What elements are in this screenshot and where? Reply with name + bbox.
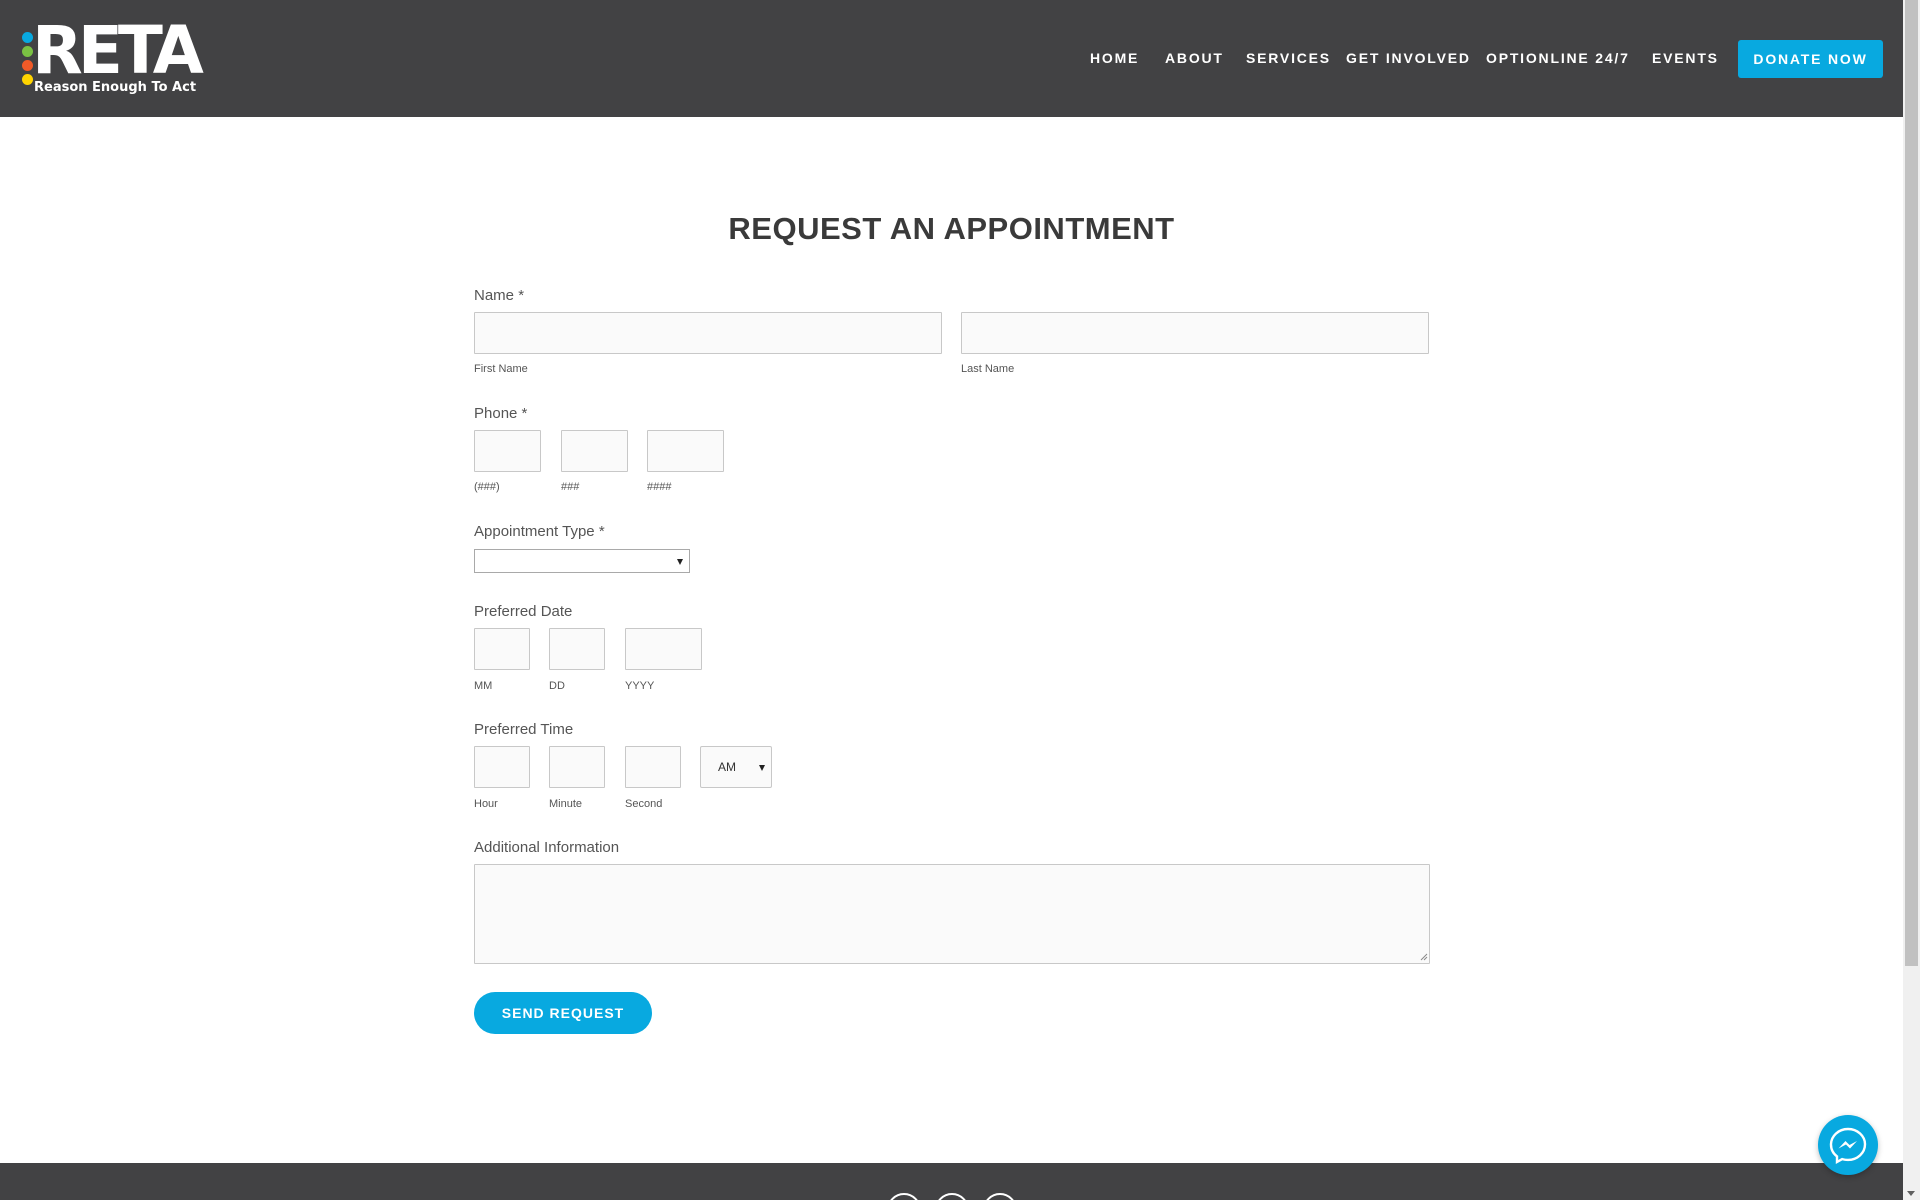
messenger-icon	[1829, 1127, 1867, 1165]
scrollbar-thumb[interactable]	[1905, 0, 1918, 966]
ampm-value: AM	[718, 760, 736, 774]
phone-line-sublabel: ####	[647, 481, 672, 493]
date-day-sublabel: DD	[549, 680, 565, 692]
resize-handle-icon[interactable]	[1420, 953, 1428, 961]
chevron-down-icon	[677, 559, 683, 565]
page-title: REQUEST AN APPOINTMENT	[728, 211, 1175, 246]
footer-social-icon[interactable]	[887, 1193, 921, 1200]
required-marker: *	[598, 523, 605, 540]
name-label: Name *	[474, 287, 525, 304]
time-ampm-select[interactable]: AM	[700, 746, 772, 788]
time-minute-sublabel: Minute	[549, 798, 583, 810]
send-request-button[interactable]: SEND REQUEST	[474, 992, 652, 1034]
site-header: RETA Reason Enough To Act HOME ABOUT SER…	[0, 0, 1903, 117]
phone-line-input[interactable]	[647, 430, 724, 472]
scroll-down-arrow-icon[interactable]	[1907, 1191, 1915, 1196]
nav-services[interactable]: SERVICES	[1246, 50, 1331, 66]
site-footer	[0, 1163, 1903, 1200]
phone-area-input[interactable]	[474, 430, 541, 472]
footer-social-icon[interactable]	[983, 1193, 1017, 1200]
required-marker: *	[521, 405, 528, 422]
reta-logo[interactable]: RETA Reason Enough To Act	[20, 18, 204, 98]
chevron-down-icon	[759, 765, 765, 771]
messenger-chat-button[interactable]	[1818, 1115, 1878, 1175]
time-second-input[interactable]	[625, 746, 681, 788]
phone-area-sublabel: (###)	[474, 481, 500, 493]
required-marker: *	[518, 287, 525, 304]
preferred-date-label: Preferred Date	[474, 603, 573, 620]
nav-about[interactable]: ABOUT	[1165, 50, 1224, 66]
time-hour-input[interactable]	[474, 746, 530, 788]
last-name-sublabel: Last Name	[961, 363, 1015, 375]
first-name-sublabel: First Name	[474, 363, 528, 375]
time-hour-sublabel: Hour	[474, 798, 498, 810]
date-month-sublabel: MM	[474, 680, 493, 692]
preferred-time-label: Preferred Time	[474, 721, 574, 738]
nav-optionline[interactable]: OPTIONLINE 24/7	[1486, 50, 1630, 66]
appointment-type-label: Appointment Type *	[474, 523, 605, 540]
page: RETA Reason Enough To Act HOME ABOUT SER…	[0, 0, 1903, 1200]
additional-info-textarea[interactable]	[474, 864, 1430, 964]
last-name-input[interactable]	[961, 312, 1429, 354]
donate-now-button[interactable]: DONATE NOW	[1738, 40, 1883, 78]
appointment-type-select[interactable]	[474, 549, 690, 573]
nav-get-involved[interactable]: GET INVOLVED	[1346, 50, 1471, 66]
logo-word: RETA	[32, 12, 204, 89]
time-minute-input[interactable]	[549, 746, 605, 788]
footer-social-icon[interactable]	[935, 1193, 969, 1200]
date-month-input[interactable]	[474, 628, 530, 670]
time-second-sublabel: Second	[625, 798, 663, 810]
nav-home[interactable]: HOME	[1090, 50, 1139, 66]
nav-events[interactable]: EVENTS	[1652, 50, 1719, 66]
logo-tagline: Reason Enough To Act	[34, 80, 197, 95]
date-day-input[interactable]	[549, 628, 605, 670]
phone-label: Phone *	[474, 405, 528, 422]
phone-prefix-sublabel: ###	[561, 481, 580, 493]
date-year-input[interactable]	[625, 628, 702, 670]
date-year-sublabel: YYYY	[625, 680, 655, 692]
additional-info-label: Additional Information	[474, 839, 620, 856]
phone-prefix-input[interactable]	[561, 430, 628, 472]
first-name-input[interactable]	[474, 312, 942, 354]
page-scrollbar[interactable]	[1903, 0, 1920, 1200]
